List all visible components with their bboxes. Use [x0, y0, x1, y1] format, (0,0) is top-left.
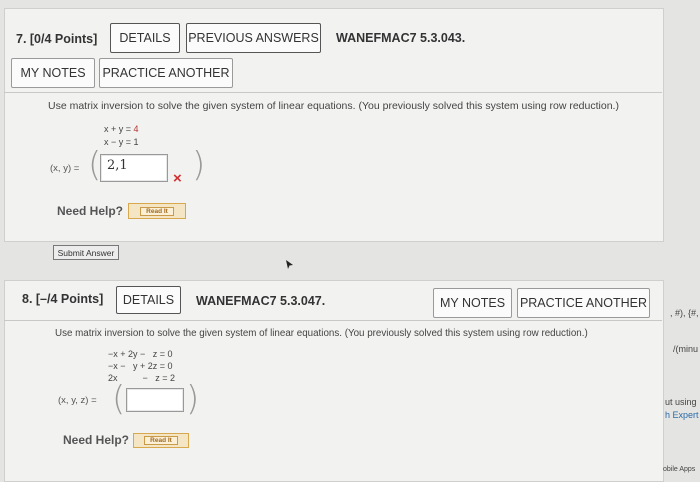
right-snippet-2: /(minu	[673, 344, 699, 354]
right-snippet-4[interactable]: h Expert	[665, 410, 699, 420]
q7-my-notes-button[interactable]: MY NOTES	[11, 58, 95, 88]
q8-read-it-label: Read It	[144, 436, 178, 445]
q7-answer-label: (x, y) =	[50, 163, 80, 174]
q7-incorrect-icon: ×	[173, 170, 182, 187]
q7-read-it-label: Read It	[140, 206, 174, 216]
q7-practice-another-button[interactable]: PRACTICE ANOTHER	[99, 58, 233, 88]
q7-header-divider	[4, 92, 662, 93]
question-7-title: 7. [0/4 Points]	[16, 32, 98, 46]
q7-equation-2: x − y = 1	[104, 137, 139, 148]
q7-eq2-lhs: x − y =	[104, 137, 132, 147]
q8-my-notes-button[interactable]: MY NOTES	[433, 288, 512, 318]
question-8-title: 8. [–/4 Points]	[22, 292, 104, 306]
q7-details-button[interactable]: DETAILS	[110, 23, 180, 53]
q8-problem-code: WANEFMAC7 5.3.047.	[196, 294, 326, 308]
q7-need-help-label: Need Help?	[57, 204, 124, 218]
q7-eq2-rhs: 1	[133, 137, 139, 147]
right-snippet-3: ut using	[665, 397, 697, 407]
q7-submit-answer-button[interactable]: Submit Answer	[53, 245, 119, 260]
q8-equation-2: −x − y + 2z = 0	[108, 361, 173, 371]
q8-read-it-button[interactable]: Read It	[133, 433, 189, 448]
q8-instructions: Use matrix inversion to solve the given …	[55, 328, 588, 339]
q8-equation-1: −x + 2y − z = 0	[108, 349, 173, 359]
right-snippet-5: obile Apps	[663, 466, 696, 473]
q8-left-paren: (	[112, 379, 126, 419]
q7-equation-1: x + y = 4	[104, 124, 139, 135]
q8-header-divider	[4, 320, 662, 321]
q7-answer-input[interactable]: 2,1	[100, 154, 168, 182]
q8-right-paren: )	[186, 379, 200, 419]
q7-read-it-button[interactable]: Read It	[128, 203, 186, 219]
q8-need-help-label: Need Help?	[63, 433, 130, 447]
q7-eq1-rhs: 4	[133, 124, 139, 134]
q7-right-paren: )	[192, 145, 206, 185]
q7-problem-code: WANEFMAC7 5.3.043.	[336, 31, 466, 45]
q8-answer-input[interactable]	[126, 388, 184, 412]
q8-details-button[interactable]: DETAILS	[116, 286, 181, 314]
q8-practice-another-button[interactable]: PRACTICE ANOTHER	[517, 288, 650, 318]
q7-eq1-lhs: x + y =	[104, 124, 132, 134]
q7-previous-answers-button[interactable]: PREVIOUS ANSWERS	[186, 23, 321, 53]
cursor-icon	[286, 260, 293, 269]
q7-instructions: Use matrix inversion to solve the given …	[48, 100, 619, 112]
q8-answer-label: (x, y, z) =	[58, 395, 97, 406]
right-snippet-1: , #), {#,	[670, 308, 699, 318]
